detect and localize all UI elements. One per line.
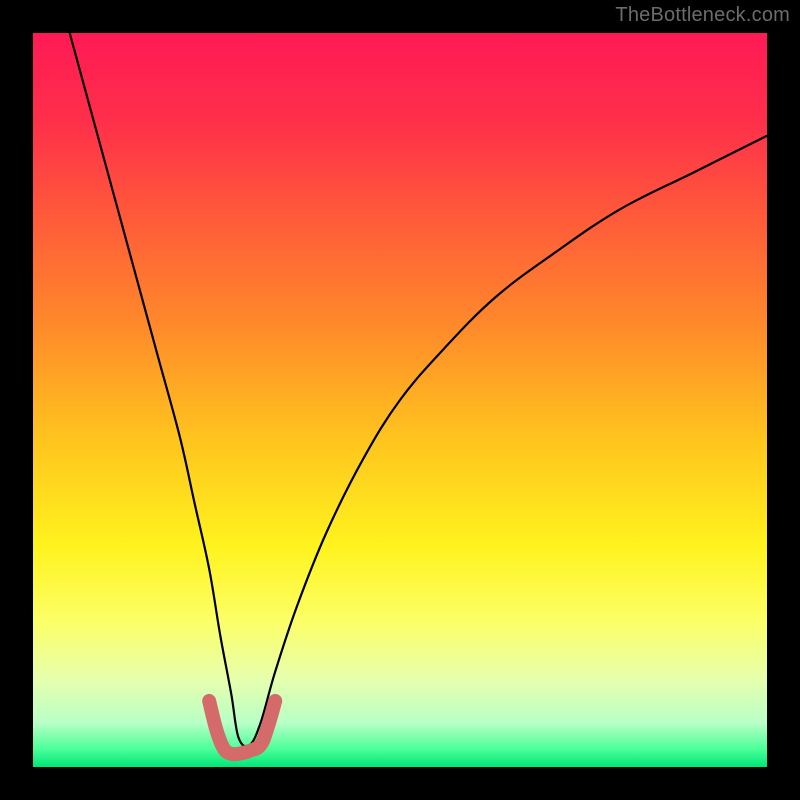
bottleneck-chart bbox=[0, 0, 800, 800]
chart-frame: TheBottleneck.com bbox=[0, 0, 800, 800]
watermark-text: TheBottleneck.com bbox=[615, 4, 790, 27]
